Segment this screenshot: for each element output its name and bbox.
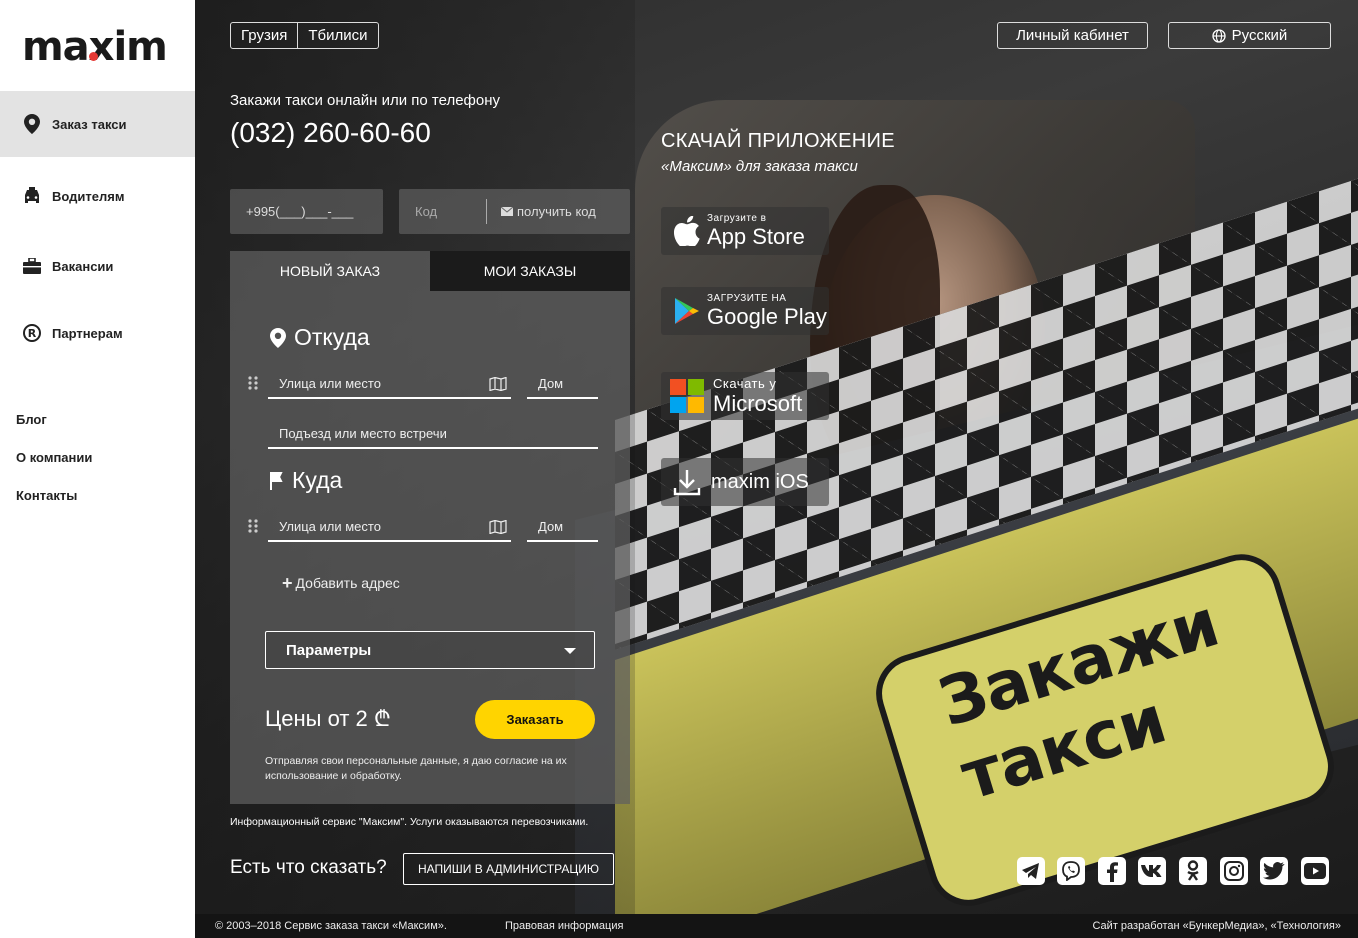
sidebar-link-blog[interactable]: Блог — [16, 412, 47, 427]
viber-icon[interactable] — [1057, 857, 1085, 885]
flag-icon — [270, 471, 284, 490]
facebook-icon[interactable] — [1098, 857, 1126, 885]
sidebar-item-drivers[interactable]: Водителям — [0, 163, 195, 229]
store-big-label: Google Play — [707, 304, 827, 329]
main-area: Закажи такси Грузия Тбилиси Личный кабин… — [195, 0, 1358, 938]
order-panel: НОВЫЙ ЗАКАЗ МОИ ЗАКАЗЫ Откуда Улица или … — [230, 251, 630, 804]
sidebar-item-label: Водителям — [52, 188, 125, 204]
tagline: Закажи такси онлайн или по телефону — [230, 92, 501, 109]
store-small-label: Скачать у — [713, 376, 777, 391]
get-code-label: получить код — [517, 204, 596, 219]
phone-input[interactable]: +995(___)___-___ — [230, 189, 383, 234]
code-placeholder: Код — [415, 204, 438, 219]
feedback-label: Есть что сказать? — [230, 857, 387, 878]
to-street-input[interactable]: Улица или место — [268, 512, 511, 542]
sidebar-item-label: Заказ такси — [52, 116, 127, 132]
logo-dot — [89, 52, 98, 61]
order-button[interactable]: Заказать — [475, 700, 595, 739]
download-subtitle: «Максим» для заказа такси — [661, 158, 858, 175]
price-label: Цены от 2 ₾ — [265, 706, 391, 731]
account-button[interactable]: Личный кабинет — [997, 22, 1148, 49]
youtube-icon[interactable] — [1301, 857, 1329, 885]
registered-icon: R — [22, 323, 42, 343]
map-icon[interactable] — [489, 520, 507, 534]
sidebar-link-about[interactable]: О компании — [16, 450, 92, 465]
sidebar-item-label: Вакансии — [52, 258, 114, 274]
footer-legal-link[interactable]: Правовая информация — [505, 920, 623, 932]
envelope-icon — [501, 207, 513, 216]
instagram-icon[interactable] — [1220, 857, 1248, 885]
entrance-input[interactable]: Подъезд или место встречи — [268, 419, 598, 449]
download-title: СКАЧАЙ ПРИЛОЖЕНИЕ — [661, 130, 895, 152]
footer: © 2003–2018 Сервис заказа такси «Максим»… — [195, 914, 1358, 938]
tab-my-orders[interactable]: МОИ ЗАКАЗЫ — [430, 251, 630, 291]
consent-text: Отправляя свои персональные данные, я да… — [265, 755, 567, 782]
maxim-ios-button[interactable]: maxim iOS — [661, 458, 829, 506]
store-big-label: maxim iOS — [711, 471, 809, 493]
car-icon — [22, 186, 42, 206]
sidebar-link-contacts[interactable]: Контакты — [16, 488, 77, 503]
sidebar-item-vacancies[interactable]: Вакансии — [0, 233, 195, 299]
add-address-label: Добавить адрес — [295, 575, 400, 591]
microsoft-icon — [667, 379, 707, 413]
phone-number[interactable]: (032) 260-60-60 — [230, 117, 431, 149]
city-selector[interactable]: Тбилиси — [297, 23, 377, 48]
write-admin-button[interactable]: НАПИШИ В АДМИНИСТРАЦИЮ — [403, 853, 614, 885]
apple-icon — [667, 216, 707, 246]
odnoklassniki-icon[interactable] — [1179, 857, 1207, 885]
info-text: Информационный сервис "Максим". Услуги о… — [230, 816, 589, 828]
map-pin-icon — [270, 327, 286, 348]
map-icon[interactable] — [489, 377, 507, 391]
country-selector[interactable]: Грузия — [231, 23, 297, 48]
location-selector: Грузия Тбилиси — [230, 22, 379, 49]
parameters-dropdown[interactable]: Параметры — [265, 631, 595, 669]
drag-handle-icon[interactable] — [247, 375, 259, 391]
from-house-input[interactable]: Дом — [527, 369, 598, 399]
twitter-icon[interactable] — [1260, 857, 1288, 885]
get-code-button[interactable]: получить код — [486, 199, 596, 224]
tab-new-order[interactable]: НОВЫЙ ЗАКАЗ — [230, 251, 430, 291]
footer-credits: Сайт разработан «БункерМедиа», «Технолог… — [1092, 920, 1341, 932]
chevron-down-icon — [564, 648, 576, 654]
from-label: Откуда — [294, 324, 370, 350]
sidebar-item-order-taxi[interactable]: Заказ такси — [0, 91, 195, 157]
vk-icon[interactable] — [1138, 857, 1166, 885]
logo[interactable]: maxim — [22, 22, 172, 72]
to-house-input[interactable]: Дом — [527, 512, 598, 542]
app-store-button[interactable]: Загрузите в App Store — [661, 207, 829, 255]
from-street-input[interactable]: Улица или место — [268, 369, 511, 399]
download-icon — [667, 468, 707, 496]
sidebar-item-partners[interactable]: R Партнерам — [0, 300, 195, 366]
parameters-label: Параметры — [286, 641, 372, 659]
logo-text: maxim — [22, 24, 168, 70]
store-big-label: App Store — [707, 224, 805, 249]
sidebar-item-label: Партнерам — [52, 325, 123, 341]
from-heading: Откуда — [270, 324, 370, 351]
google-play-button[interactable]: ЗАГРУЗИТЕ НА Google Play — [661, 287, 829, 335]
footer-copyright: © 2003–2018 Сервис заказа такси «Максим»… — [215, 920, 447, 932]
globe-icon — [1212, 28, 1226, 43]
store-big-label: Microsoft — [713, 391, 803, 416]
map-pin-icon — [22, 114, 42, 134]
language-label: Русский — [1231, 27, 1288, 44]
language-button[interactable]: Русский — [1168, 22, 1331, 49]
briefcase-icon — [22, 256, 42, 276]
sidebar: maxim Заказ такси Водителям Вакансии R П… — [0, 0, 195, 938]
to-heading: Куда — [270, 467, 342, 494]
microsoft-store-button[interactable]: Скачать у Microsoft — [661, 372, 829, 420]
drag-handle-icon[interactable] — [247, 518, 259, 534]
svg-text:R: R — [28, 327, 37, 340]
telegram-icon[interactable] — [1017, 857, 1045, 885]
to-label: Куда — [292, 467, 343, 493]
plus-icon: + — [282, 573, 293, 593]
google-play-icon — [667, 297, 707, 325]
add-address-button[interactable]: + Добавить адрес — [282, 573, 400, 593]
